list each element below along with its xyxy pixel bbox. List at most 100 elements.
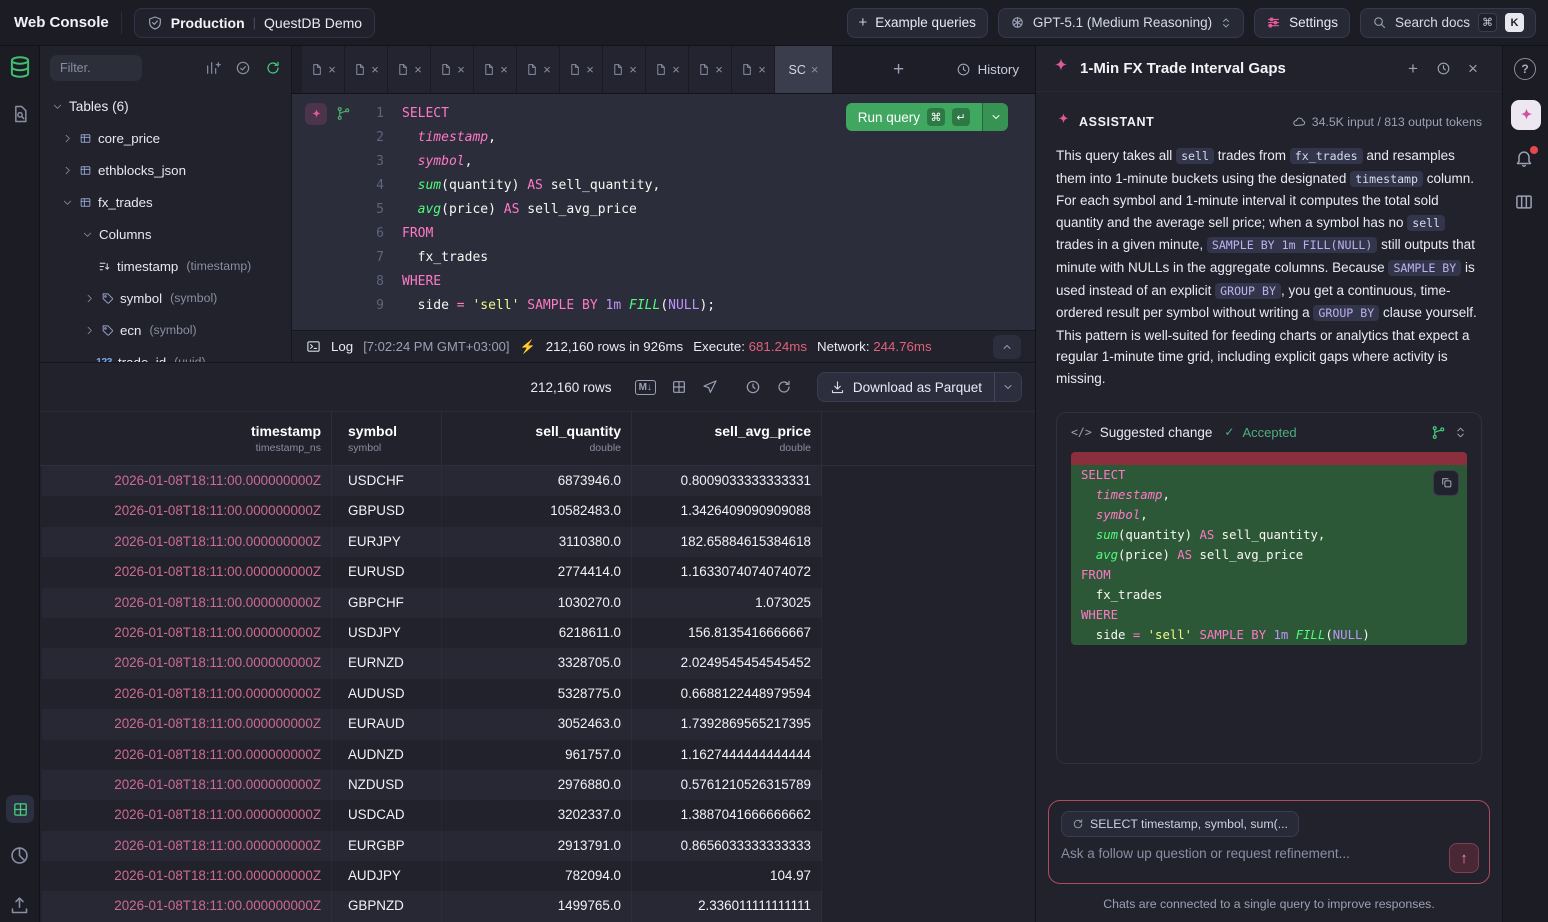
tree-item-ethblocks-json[interactable]: ethblocks_json <box>40 154 291 186</box>
chat-history-button[interactable] <box>1430 56 1456 82</box>
editor-tab-active[interactable]: SC× <box>775 46 833 93</box>
close-icon[interactable]: × <box>328 63 336 76</box>
export-icon[interactable] <box>702 379 718 395</box>
close-icon[interactable]: × <box>811 63 819 76</box>
download-parquet-button[interactable]: Download as Parquet <box>817 372 994 402</box>
run-options-button[interactable] <box>982 103 1008 131</box>
table-row[interactable]: 2026-01-08T18:11:00.000000000ZEURNZD3328… <box>42 648 822 678</box>
context-chip[interactable]: SELECT timestamp, symbol, sum(... <box>1061 811 1299 837</box>
tree-item-fx-trades[interactable]: fx_trades <box>40 186 291 218</box>
table-row[interactable]: 2026-01-08T18:11:00.000000000ZGBPNZD1499… <box>42 891 822 921</box>
git-branch-icon <box>1431 425 1446 440</box>
tree-item-timestamp[interactable]: timestamp(timestamp) <box>40 250 291 282</box>
table-row[interactable]: 2026-01-08T18:11:00.000000000ZGBPCHF1030… <box>42 588 822 618</box>
file-search-icon[interactable] <box>10 104 30 124</box>
add-widget-icon[interactable] <box>205 60 221 76</box>
close-icon[interactable]: × <box>457 63 465 76</box>
history-button[interactable]: History <box>956 62 1019 77</box>
diff-code[interactable]: SELECT timestamp, symbol, sum(quantity) … <box>1071 452 1467 645</box>
column-header-sell_quantity[interactable]: sell_quantitydouble <box>442 412 632 465</box>
markdown-icon[interactable]: M↓ <box>635 380 656 395</box>
chevron-right-icon[interactable] <box>62 165 73 176</box>
example-queries-button[interactable]: + Example queries <box>847 8 988 38</box>
query-history-icon[interactable] <box>745 379 761 395</box>
close-icon[interactable]: × <box>543 63 551 76</box>
result-grid-toggle-icon[interactable] <box>6 795 34 823</box>
check-circle-icon[interactable] <box>235 60 251 76</box>
editor-tab[interactable]: × <box>732 46 775 93</box>
table-row[interactable]: 2026-01-08T18:11:00.000000000ZAUDNZD9617… <box>42 740 822 770</box>
table-row[interactable]: 2026-01-08T18:11:00.000000000ZEURGBP2913… <box>42 831 822 861</box>
editor-tab[interactable]: × <box>431 46 474 93</box>
table-row[interactable]: 2026-01-08T18:11:00.000000000ZGBPUSD1058… <box>42 496 822 526</box>
editor-tab[interactable]: × <box>302 46 345 93</box>
import-icon[interactable] <box>9 895 30 916</box>
column-header-sell_avg_price[interactable]: sell_avg_pricedouble <box>632 412 822 465</box>
download-options-button[interactable] <box>994 372 1022 402</box>
tree-item-ecn[interactable]: ecn(symbol) <box>40 314 291 346</box>
ai-assistant-tab-icon[interactable] <box>1511 100 1541 130</box>
table-row[interactable]: 2026-01-08T18:11:00.000000000ZUSDCHF6873… <box>42 466 822 496</box>
status-accepted: Accepted <box>1242 425 1296 440</box>
table-row[interactable]: 2026-01-08T18:11:00.000000000ZUSDJPY6218… <box>42 618 822 648</box>
table-row[interactable]: 2026-01-08T18:11:00.000000000ZEURAUD3052… <box>42 709 822 739</box>
sql-editor[interactable]: 123456789 SELECT timestamp, symbol, sum(… <box>292 94 1035 330</box>
close-chat-button[interactable]: × <box>1460 56 1486 82</box>
chevron-down-icon[interactable] <box>82 229 93 240</box>
tree-item-columns[interactable]: Columns <box>40 218 291 250</box>
tree-item-symbol[interactable]: symbol(symbol) <box>40 282 291 314</box>
close-icon[interactable]: × <box>586 63 594 76</box>
editor-tab[interactable]: × <box>345 46 388 93</box>
close-icon[interactable]: × <box>500 63 508 76</box>
filter-input[interactable] <box>50 55 142 81</box>
grid-icon[interactable] <box>671 379 687 395</box>
expand-collapse-icon[interactable] <box>1454 426 1467 439</box>
editor-tab[interactable]: × <box>388 46 431 93</box>
chevron-down-icon[interactable] <box>62 197 73 208</box>
chevron-right-icon[interactable] <box>62 133 73 144</box>
editor-tab[interactable]: × <box>517 46 560 93</box>
tree-item-trade-id[interactable]: 123trade_id(uuid) <box>40 346 291 362</box>
editor-tab[interactable]: × <box>560 46 603 93</box>
close-icon[interactable]: × <box>715 63 723 76</box>
close-icon[interactable]: × <box>672 63 680 76</box>
chevron-down-icon[interactable] <box>52 101 63 112</box>
table-row[interactable]: 2026-01-08T18:11:00.000000000ZNZDUSD2976… <box>42 770 822 800</box>
editor-tab[interactable]: × <box>646 46 689 93</box>
table-row[interactable]: 2026-01-08T18:11:00.000000000ZAUDUSD5328… <box>42 679 822 709</box>
close-icon[interactable]: × <box>371 63 379 76</box>
columns-panel-icon[interactable] <box>1514 192 1534 212</box>
send-button[interactable]: ↑ <box>1449 843 1479 873</box>
settings-button[interactable]: Settings <box>1254 8 1350 38</box>
close-icon[interactable]: × <box>758 63 766 76</box>
new-chat-button[interactable]: + <box>1400 56 1426 82</box>
tree-item-tables-6[interactable]: Tables (6) <box>40 90 291 122</box>
close-icon[interactable]: × <box>414 63 422 76</box>
editor-tab[interactable]: × <box>603 46 646 93</box>
table-row[interactable]: 2026-01-08T18:11:00.000000000ZUSDCAD3202… <box>42 800 822 830</box>
run-query-button[interactable]: Run query ⌘ ↵ <box>846 103 982 131</box>
table-row[interactable]: 2026-01-08T18:11:00.000000000ZAUDJPY7820… <box>42 861 822 891</box>
editor-tab[interactable]: × <box>689 46 732 93</box>
chevron-right-icon[interactable] <box>84 325 95 336</box>
questdb-logo-icon[interactable] <box>7 54 33 80</box>
close-icon[interactable]: × <box>629 63 637 76</box>
editor-tab[interactable]: × <box>474 46 517 93</box>
refresh-tables-icon[interactable] <box>265 60 281 76</box>
followup-input[interactable] <box>1061 846 1431 861</box>
model-selector[interactable]: GPT-5.1 (Medium Reasoning) <box>998 8 1244 38</box>
refresh-icon[interactable] <box>776 379 792 395</box>
new-tab-button[interactable]: + <box>893 60 904 79</box>
search-docs-button[interactable]: Search docs ⌘ K <box>1360 8 1536 38</box>
table-row[interactable]: 2026-01-08T18:11:00.000000000ZEURUSD2774… <box>42 557 822 587</box>
tree-item-core-price[interactable]: core_price <box>40 122 291 154</box>
copy-button[interactable] <box>1433 470 1459 496</box>
collapse-log-button[interactable] <box>993 335 1021 359</box>
help-icon[interactable]: ? <box>1514 58 1536 80</box>
instance-selector[interactable]: Production | QuestDB Demo <box>134 8 375 38</box>
column-header-timestamp[interactable]: timestamptimestamp_ns <box>42 412 332 465</box>
chevron-right-icon[interactable] <box>84 293 95 304</box>
table-row[interactable]: 2026-01-08T18:11:00.000000000ZEURJPY3110… <box>42 527 822 557</box>
column-header-symbol[interactable]: symbolsymbol <box>332 412 442 465</box>
chart-toggle-icon[interactable] <box>9 845 30 866</box>
